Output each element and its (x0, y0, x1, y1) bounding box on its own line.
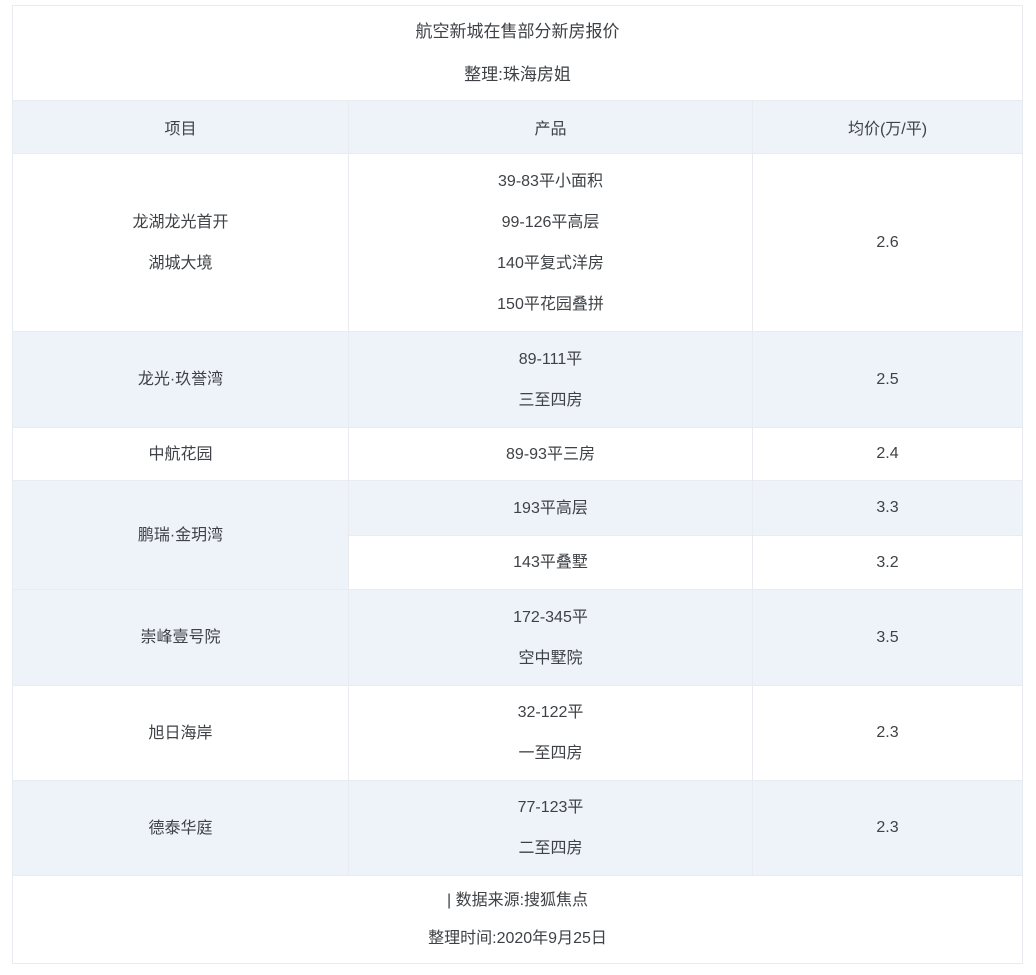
title-row: 航空新城在售部分新房报价 整理:珠海房姐 (13, 6, 1023, 101)
project-cell: 旭日海岸 (13, 686, 349, 781)
table-row: 旭日海岸 32-122平 一至四房 2.3 (13, 686, 1023, 781)
product-cell: 77-123平 二至四房 (349, 781, 753, 876)
footer-cell: | 数据来源:搜狐焦点 整理时间:2020年9月25日 (13, 876, 1023, 964)
header-row: 项目 产品 均价(万/平) (13, 101, 1023, 154)
product-line: 空中墅院 (349, 638, 752, 679)
table-row: 德泰华庭 77-123平 二至四房 2.3 (13, 781, 1023, 876)
price-cell: 2.6 (753, 154, 1023, 332)
price-cell: 2.4 (753, 428, 1023, 481)
project-name-line: 湖城大境 (13, 243, 348, 284)
product-line: 89-93平三房 (349, 434, 752, 475)
product-cell: 32-122平 一至四房 (349, 686, 753, 781)
product-cell: 89-111平 三至四房 (349, 332, 753, 428)
project-cell: 崇峰壹号院 (13, 590, 349, 686)
price-cell: 2.5 (753, 332, 1023, 428)
product-line: 193平高层 (349, 488, 752, 529)
project-name-line: 鹏瑞·金玥湾 (13, 515, 348, 556)
product-line: 99-126平高层 (349, 202, 752, 243)
price-cell: 3.3 (753, 481, 1023, 536)
project-name-line: 德泰华庭 (13, 808, 348, 849)
page-title: 航空新城在售部分新房报价 (13, 10, 1022, 53)
product-line: 89-111平 (349, 339, 752, 380)
footer-row: | 数据来源:搜狐焦点 整理时间:2020年9月25日 (13, 876, 1023, 964)
data-source: | 数据来源:搜狐焦点 (13, 882, 1022, 920)
product-cell: 172-345平 空中墅院 (349, 590, 753, 686)
project-name-line: 中航花园 (13, 434, 348, 475)
product-cell: 39-83平小面积 99-126平高层 140平复式洋房 150平花园叠拼 (349, 154, 753, 332)
product-line: 140平复式洋房 (349, 243, 752, 284)
product-line: 32-122平 (349, 692, 752, 733)
price-cell: 3.2 (753, 536, 1023, 590)
project-name-line: 崇峰壹号院 (13, 617, 348, 658)
column-header-product: 产品 (349, 101, 753, 154)
project-name-line: 旭日海岸 (13, 713, 348, 754)
compile-date: 整理时间:2020年9月25日 (13, 920, 1022, 958)
project-name-line: 龙湖龙光首开 (13, 202, 348, 243)
product-line: 77-123平 (349, 787, 752, 828)
project-cell: 龙光·玖誉湾 (13, 332, 349, 428)
table-row: 鹏瑞·金玥湾 193平高层 3.3 (13, 481, 1023, 536)
product-cell: 193平高层 (349, 481, 753, 536)
product-line: 39-83平小面积 (349, 161, 752, 202)
project-name-line: 龙光·玖誉湾 (13, 359, 348, 400)
product-line: 172-345平 (349, 597, 752, 638)
table-row: 龙湖龙光首开 湖城大境 39-83平小面积 99-126平高层 140平复式洋房… (13, 154, 1023, 332)
title-cell: 航空新城在售部分新房报价 整理:珠海房姐 (13, 6, 1023, 101)
table-row: 中航花园 89-93平三房 2.4 (13, 428, 1023, 481)
project-cell: 中航花园 (13, 428, 349, 481)
project-cell: 德泰华庭 (13, 781, 349, 876)
product-line: 一至四房 (349, 733, 752, 774)
price-cell: 2.3 (753, 781, 1023, 876)
product-cell: 143平叠墅 (349, 536, 753, 590)
price-cell: 2.3 (753, 686, 1023, 781)
product-line: 三至四房 (349, 380, 752, 421)
product-line: 143平叠墅 (349, 542, 752, 583)
product-line: 二至四房 (349, 828, 752, 869)
table-row: 龙光·玖誉湾 89-111平 三至四房 2.5 (13, 332, 1023, 428)
price-cell: 3.5 (753, 590, 1023, 686)
column-header-price: 均价(万/平) (753, 101, 1023, 154)
table-row: 崇峰壹号院 172-345平 空中墅院 3.5 (13, 590, 1023, 686)
project-cell: 鹏瑞·金玥湾 (13, 481, 349, 590)
project-cell: 龙湖龙光首开 湖城大境 (13, 154, 349, 332)
column-header-project: 项目 (13, 101, 349, 154)
product-cell: 89-93平三房 (349, 428, 753, 481)
page-subtitle: 整理:珠海房姐 (13, 53, 1022, 96)
product-line: 150平花园叠拼 (349, 284, 752, 325)
page: 航空新城在售部分新房报价 整理:珠海房姐 项目 产品 均价(万/平) 龙湖龙光首… (0, 0, 1036, 975)
new-home-price-table: 航空新城在售部分新房报价 整理:珠海房姐 项目 产品 均价(万/平) 龙湖龙光首… (12, 5, 1023, 964)
